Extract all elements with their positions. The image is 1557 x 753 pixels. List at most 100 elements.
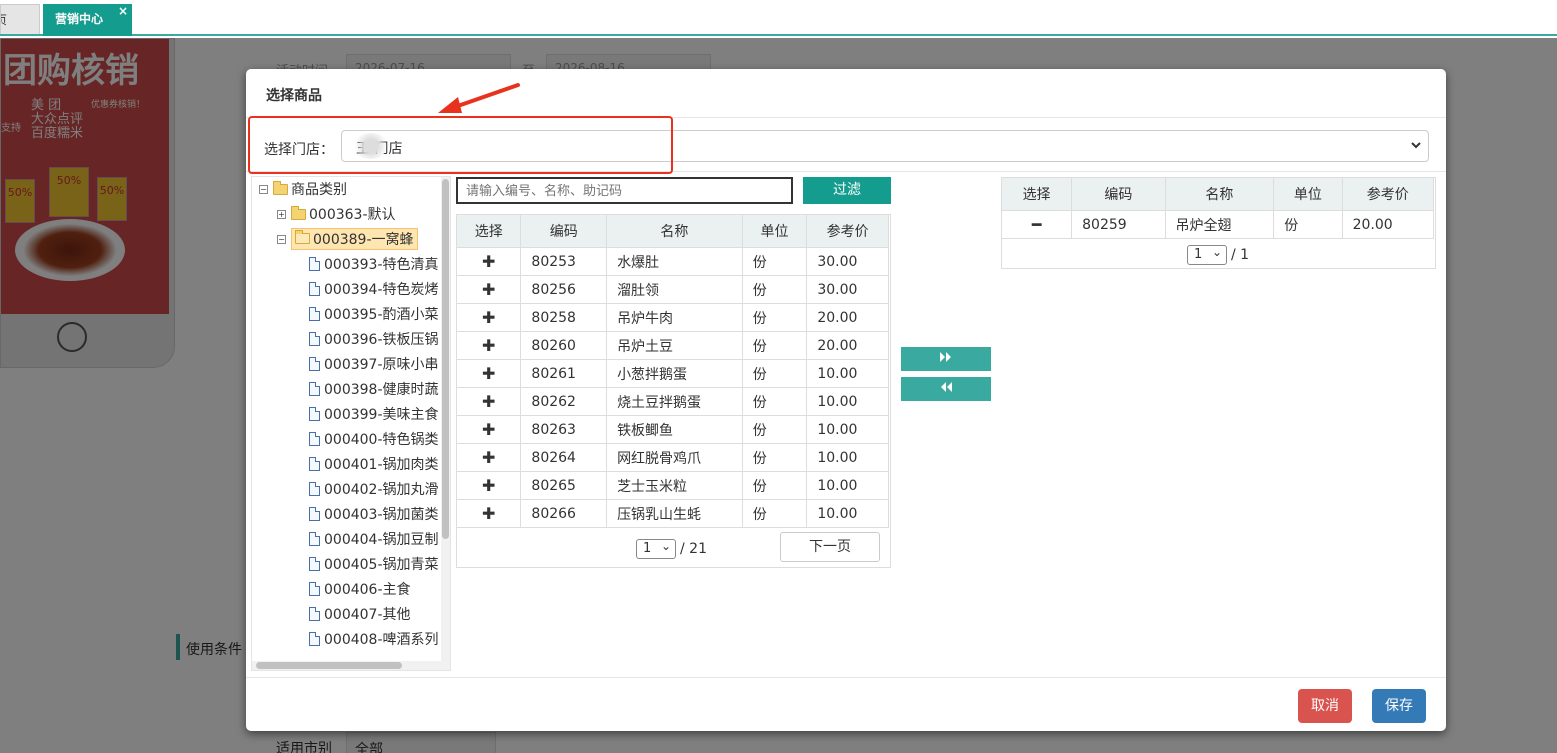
unit-cell: 份	[741, 359, 808, 388]
page-total: / 1	[1231, 247, 1250, 263]
table-row: ✚ 80266 压锅乳山生蚝份 10.00	[455, 499, 889, 528]
expand-icon[interactable]: +	[277, 209, 286, 219]
tree-leaf[interactable]: 000396-铁板压锅	[309, 328, 439, 350]
page-select[interactable]: 1	[1187, 243, 1227, 265]
filter-input[interactable]	[456, 177, 793, 204]
add-row-cell: ✚	[455, 387, 522, 416]
file-icon	[309, 432, 320, 446]
tab-home-label: 页	[1, 13, 7, 27]
file-icon	[309, 282, 320, 296]
tab-close-icon[interactable]: ×	[118, 0, 128, 26]
tree-leaf[interactable]: 000401-锅加肉类	[309, 453, 439, 475]
tree-leaf-label: 000404-锅加豆制	[324, 532, 439, 548]
tree-horizontal-scrollbar[interactable]	[252, 661, 450, 670]
tree-leaf-label: 000397-原味小串	[324, 357, 439, 373]
tree-leaf[interactable]: 000404-锅加豆制	[309, 528, 439, 550]
plus-icon[interactable]: ✚	[482, 448, 495, 467]
left-pager: 1 / 21	[636, 537, 707, 559]
tab-home[interactable]: 页	[0, 4, 40, 34]
price-cell: 10.00	[806, 499, 889, 528]
add-row-cell: ✚	[455, 443, 522, 472]
next-page-button[interactable]: 下一页	[780, 532, 880, 562]
file-icon	[309, 407, 320, 421]
tree-leaf[interactable]: 000395-酌酒小菜	[309, 303, 439, 325]
tree-leaf-label: 000396-铁板压锅	[324, 332, 439, 348]
tree-node-label: 000363-默认	[309, 207, 396, 223]
plus-icon[interactable]: ✚	[482, 392, 495, 411]
filter-button[interactable]: 过滤	[803, 177, 891, 204]
scroll-thumb[interactable]	[442, 179, 449, 539]
table-header-row: 选择 编码 名称 单位 参考价	[455, 214, 889, 248]
plus-icon[interactable]: ✚	[482, 476, 495, 495]
tree-node-yiwofeng[interactable]: − 000389-一窝蜂	[277, 228, 418, 250]
price-cell: 10.00	[806, 359, 889, 388]
scroll-thumb[interactable]	[256, 662, 402, 669]
file-icon	[309, 607, 320, 621]
tree-leaf[interactable]: 000403-锅加菌类	[309, 503, 439, 525]
plus-icon[interactable]: ✚	[482, 336, 495, 355]
name-cell: 烧土豆拌鹅蛋	[606, 387, 743, 416]
page-select-value: 1	[643, 541, 652, 556]
tree-node-default[interactable]: + 000363-默认	[277, 203, 396, 225]
name-cell: 小葱拌鹅蛋	[606, 359, 743, 388]
tree-leaf-label: 000403-锅加菌类	[324, 507, 439, 523]
double-right-icon	[940, 352, 951, 362]
collapse-icon[interactable]: −	[277, 234, 286, 244]
plus-icon[interactable]: ✚	[482, 504, 495, 523]
page-select[interactable]: 1	[636, 537, 676, 559]
plus-icon[interactable]: ✚	[482, 364, 495, 383]
unit-cell: 份	[741, 303, 808, 332]
table-header-row: 选择 编码 名称 单位 参考价	[1000, 177, 1435, 211]
save-button[interactable]: 保存	[1372, 689, 1426, 723]
name-cell: 水爆肚	[606, 247, 743, 276]
tree-leaf[interactable]: 000400-特色锅类	[309, 428, 439, 450]
plus-icon[interactable]: ✚	[482, 280, 495, 299]
tree-leaf-label: 000394-特色炭烤	[324, 282, 439, 298]
tree-leaf-label: 000401-锅加肉类	[324, 457, 439, 473]
file-icon	[309, 582, 320, 596]
add-row-cell: ✚	[455, 359, 522, 388]
name-cell: 压锅乳山生蚝	[606, 499, 743, 528]
code-cell: 80261	[520, 359, 608, 388]
selected-products-body: ━ 80259 吊炉全翅份 20.00	[1000, 210, 1435, 239]
tree-leaf-label: 000406-主食	[324, 582, 411, 598]
add-row-cell: ✚	[455, 415, 522, 444]
annotation-highlight-box	[248, 116, 673, 174]
plus-icon[interactable]: ✚	[482, 308, 495, 327]
tree-leaf[interactable]: 000402-锅加丸滑	[309, 478, 439, 500]
tree-root[interactable]: − 商品类别	[259, 178, 347, 200]
add-all-button[interactable]	[901, 347, 991, 371]
tree-leaf[interactable]: 000393-特色清真	[309, 253, 439, 275]
tree-leaf[interactable]: 000398-健康时蔬	[309, 378, 439, 400]
unit-cell: 份	[741, 331, 808, 360]
collapse-icon[interactable]: −	[259, 184, 268, 194]
tree-leaf-label: 000402-锅加丸滑	[324, 482, 439, 498]
col-price: 参考价	[806, 214, 889, 248]
tree-vertical-scrollbar[interactable]	[441, 177, 450, 662]
col-code: 编码	[1071, 177, 1166, 211]
name-cell: 网红脱骨鸡爪	[606, 443, 743, 472]
col-select: 选择	[455, 214, 522, 248]
code-cell: 80262	[520, 387, 608, 416]
selected-products-table: 选择 编码 名称 单位 参考价 ━ 80259 吊炉全翅份 20.00	[1000, 177, 1435, 239]
tree-leaf-label: 000398-健康时蔬	[324, 382, 439, 398]
plus-icon[interactable]: ✚	[482, 420, 495, 439]
tree-leaf[interactable]: 000405-锅加青菜	[309, 553, 439, 575]
remove-all-button[interactable]	[901, 377, 991, 401]
plus-icon[interactable]: ✚	[482, 252, 495, 271]
tree-leaf[interactable]: 000408-啤酒系列	[309, 628, 439, 650]
tree-leaf-label: 000399-美味主食	[324, 407, 439, 423]
unit-cell: 份	[741, 443, 808, 472]
cancel-button[interactable]: 取消	[1298, 689, 1352, 723]
tree-leaf[interactable]: 000397-原味小串	[309, 353, 439, 375]
tree-node-selected[interactable]: 000389-一窝蜂	[291, 228, 418, 250]
tree-leaf[interactable]: 000407-其他	[309, 603, 411, 625]
tree-leaf[interactable]: 000406-主食	[309, 578, 411, 600]
tab-marketing-center[interactable]: 营销中心 ×	[43, 4, 132, 36]
minus-icon[interactable]: ━	[1032, 215, 1042, 234]
file-icon	[309, 507, 320, 521]
name-cell: 铁板鲫鱼	[606, 415, 743, 444]
tree-leaf[interactable]: 000399-美味主食	[309, 403, 439, 425]
price-cell: 20.00	[806, 331, 889, 360]
tree-leaf[interactable]: 000394-特色炭烤	[309, 278, 439, 300]
